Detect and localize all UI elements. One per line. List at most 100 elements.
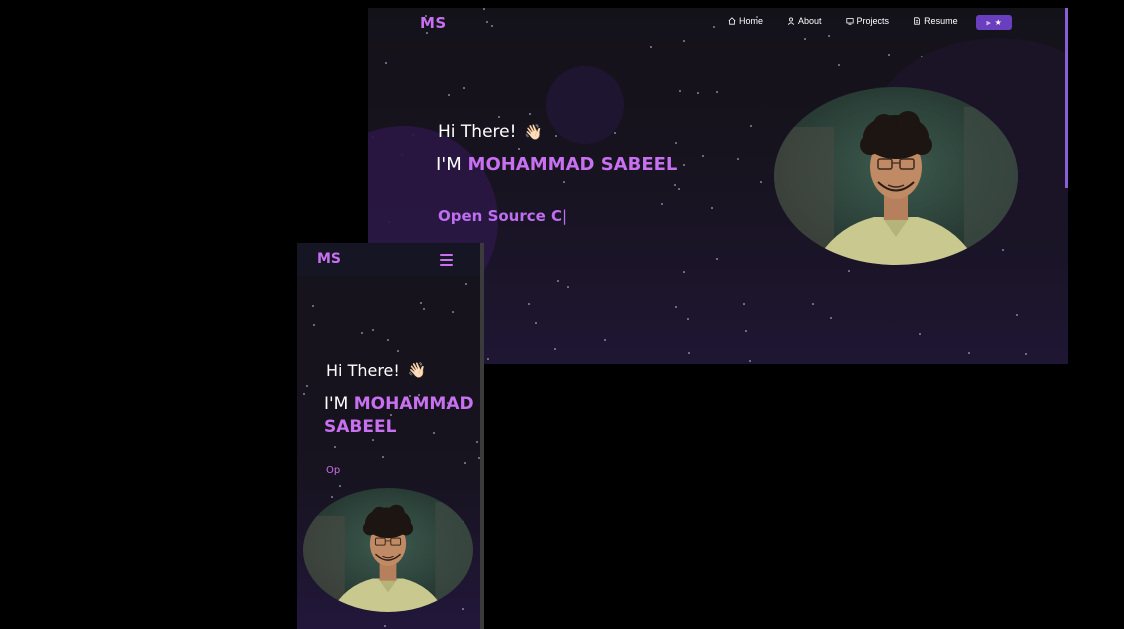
star-dot [535,322,537,324]
star-dot [749,360,751,362]
nav-item-resume[interactable]: Resume [913,16,958,26]
intro-heading: I'M MOHAMMAD SABEEL [324,393,484,439]
nav-item-projects[interactable]: Projects [845,16,890,26]
wave-icon: 👋🏻 [524,122,544,141]
star-dot [384,625,386,627]
hamburger-menu-icon[interactable] [440,254,453,269]
nav-label: Projects [856,16,890,26]
star-dot [554,348,556,350]
star-dot [1016,314,1018,316]
star-dot [804,38,806,40]
nav-item-about[interactable]: About [787,16,822,26]
star-dot [372,439,374,441]
star-dot [387,339,389,341]
greeting: Hi There! 👋🏻 [326,361,427,380]
star-dot [919,333,921,335]
star-dot [830,317,832,319]
star-dot [683,271,685,273]
star-dot [361,332,363,334]
last-name: SABEEL [324,417,397,437]
star-dot [382,456,384,458]
star-dot [675,142,677,144]
star-dot [678,188,680,190]
theme-toggle-button[interactable]: ⫸ ★ [976,15,1012,30]
star-dot [604,339,606,341]
greeting-text: Hi There! [438,122,517,142]
nav-label: Resume [924,16,958,26]
star-dot [683,40,685,42]
user-icon [787,17,795,25]
star-dot [745,330,747,332]
projects-icon [845,18,854,25]
star-dot [529,113,531,115]
star-dot [968,352,970,354]
star-dot [397,350,399,352]
navbar: MS Home About Projects Resume ⫸ ★ [368,8,1068,38]
star-dot [812,303,814,305]
home-icon [728,17,736,25]
star-dot [679,90,681,92]
typing-text: Open Source C [438,207,563,225]
nav-label: About [798,16,822,26]
star-dot [848,270,850,272]
star-dot [313,324,315,326]
intro-prefix: I'M [436,154,462,175]
star-dot [687,318,689,320]
greeting: Hi There! 👋🏻 [438,122,543,142]
star-dot [462,608,464,610]
intro-heading: I'M MOHAMMAD SABEEL [436,154,677,175]
star-dot [750,125,752,127]
nav-menu: Home About Projects Resume [728,16,958,26]
fork-icon: ⫸ [986,17,991,27]
star-dot [306,385,308,387]
star-dot [420,302,422,304]
navbar: MS [297,243,480,276]
star-dot [716,258,718,260]
star-dot [312,305,314,307]
nav-label: Home [739,16,764,26]
star-dot [464,462,466,464]
star-dot [555,135,557,137]
star-dot [518,148,520,150]
star-dot [888,54,890,56]
star-dot [334,446,336,448]
star-dot [463,87,465,89]
first-name: MOHAMMAD [353,394,474,414]
star-dot [838,64,840,66]
star-dot [650,46,652,48]
star-dot [339,485,341,487]
star-dot [557,280,559,282]
full-name: MOHAMMAD SABEEL [467,154,678,175]
wave-icon: 👋🏻 [407,361,427,379]
star-dot [674,184,676,186]
star-dot [683,164,685,166]
star-dot [465,283,467,285]
logo[interactable]: MS [420,14,447,32]
star-dot [716,91,718,93]
star-dot [1025,353,1027,355]
star-dot [661,203,663,205]
star-dot [423,308,425,310]
star-dot [743,303,745,305]
star-dot [737,158,739,160]
star-dot [760,181,762,183]
typing-cursor: | [562,207,568,225]
star-dot [498,116,500,118]
star-dot [688,352,690,354]
star-icon: ★ [994,18,1002,27]
greeting-text: Hi There! [326,361,400,380]
decorative-blob [546,66,624,144]
logo[interactable]: MS [317,251,341,267]
star-dot [563,181,565,183]
star-dot [448,94,450,96]
typewriter-text: Op [326,465,341,476]
star-dot [528,303,530,305]
mobile-preview: MS Hi There! 👋🏻 I'M MOHAMMAD SABEEL Op [297,243,484,629]
star-dot [487,358,489,360]
star-dot [331,496,333,498]
star-dot [711,207,713,209]
nav-item-home[interactable]: Home [728,16,763,26]
document-icon [914,17,920,25]
star-dot [372,329,374,331]
profile-photo [303,488,473,612]
